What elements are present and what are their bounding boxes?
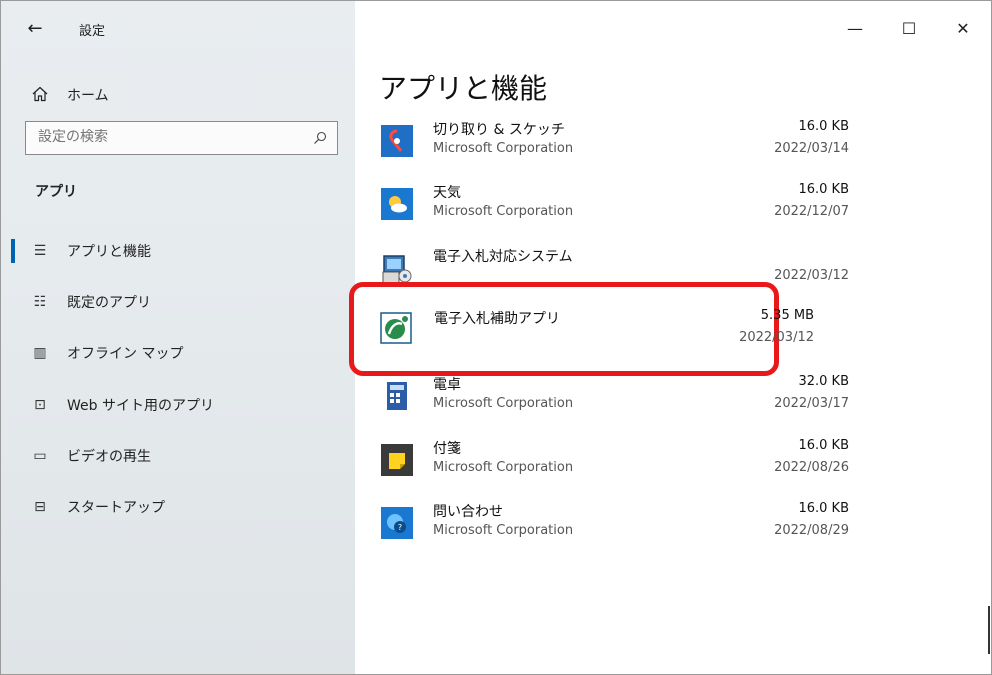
app-date: 2022/08/26 <box>774 460 849 475</box>
sidebar-item-default-apps[interactable]: ☷ 既定のアプリ <box>1 282 355 322</box>
search-box[interactable] <box>25 121 338 155</box>
app-name: 電子入札補助アプリ <box>434 311 560 327</box>
back-button[interactable]: ← <box>23 17 47 41</box>
app-size: 5.35 MB <box>760 308 814 323</box>
app-list-item[interactable]: 切り取り & スケッチ Microsoft Corporation 16.0 K… <box>379 119 859 181</box>
sidebar-item-label: Web サイト用のアプリ <box>67 398 214 414</box>
apps-for-websites-icon: ⊡ <box>34 397 46 413</box>
app-publisher: Microsoft Corporation <box>433 141 574 156</box>
sidebar: ← 設定 ホーム アプリ ☰ アプリと機能 ☷ 既定のアプリ <box>1 1 355 674</box>
app-list-item-highlighted[interactable]: 電子入札補助アプリ 5.35 MB 2022/03/12 <box>380 308 814 370</box>
search-icon[interactable] <box>313 131 327 145</box>
app-date: 2022/12/07 <box>774 204 849 219</box>
search-input[interactable] <box>38 129 298 145</box>
home-nav-item[interactable]: ホーム <box>1 79 355 111</box>
app-name: 天気 <box>433 185 461 201</box>
sidebar-item-offline-maps[interactable]: ▥ オフライン マップ <box>1 333 355 373</box>
app-name: 付箋 <box>433 441 461 457</box>
get-help-icon: ? <box>381 507 413 539</box>
app-size: 16.0 KB <box>798 501 849 516</box>
section-heading: アプリ <box>35 184 77 200</box>
page-title: アプリと機能 <box>379 72 548 105</box>
video-playback-icon: ▭ <box>33 448 47 464</box>
app-size: 16.0 KB <box>798 182 849 197</box>
app-publisher: Microsoft Corporation <box>433 204 574 219</box>
sidebar-item-label: ビデオの再生 <box>67 449 151 465</box>
home-label: ホーム <box>67 88 109 104</box>
sidebar-item-apps-features[interactable]: ☰ アプリと機能 <box>1 231 355 271</box>
app-list-item[interactable]: 天気 Microsoft Corporation 16.0 KB 2022/12… <box>379 182 859 244</box>
default-apps-icon: ☷ <box>33 294 47 310</box>
e-bidding-system-icon <box>382 255 412 284</box>
snip-sketch-icon <box>381 125 413 157</box>
app-name: 電子入札対応システム <box>433 249 573 265</box>
sidebar-item-startup[interactable]: ⊟ スタートアップ <box>1 487 355 527</box>
app-publisher: Microsoft Corporation <box>433 460 574 475</box>
app-name: 問い合わせ <box>433 504 503 520</box>
app-date: 2022/03/17 <box>774 396 849 411</box>
sidebar-item-label: 既定のアプリ <box>67 295 151 311</box>
app-publisher: Microsoft Corporation <box>433 523 574 538</box>
sidebar-item-label: アプリと機能 <box>67 244 151 260</box>
app-size: 32.0 KB <box>798 374 849 389</box>
startup-icon: ⊟ <box>34 499 46 515</box>
app-list-item[interactable]: 付箋 Microsoft Corporation 16.0 KB 2022/08… <box>379 438 859 500</box>
svg-text:?: ? <box>398 523 402 532</box>
app-date: 2022/08/29 <box>774 523 849 538</box>
home-icon <box>32 86 48 102</box>
e-bidding-helper-icon <box>380 312 412 344</box>
highlight-box: 電子入札補助アプリ 5.35 MB 2022/03/12 <box>349 282 814 376</box>
titlebar: ← 設定 <box>1 1 355 59</box>
app-list-item[interactable]: 電卓 Microsoft Corporation 32.0 KB 2022/03… <box>379 374 859 436</box>
app-publisher: Microsoft Corporation <box>433 396 574 411</box>
sidebar-item-label: オフライン マップ <box>67 346 184 362</box>
app-list-item[interactable]: ? 問い合わせ Microsoft Corporation 16.0 KB 20… <box>379 501 859 563</box>
app-date: 2022/03/12 <box>739 330 814 345</box>
settings-window: ← 設定 ホーム アプリ ☰ アプリと機能 ☷ 既定のアプリ <box>0 0 992 675</box>
active-indicator <box>11 239 15 263</box>
apps-features-icon: ☰ <box>33 243 47 259</box>
app-date: 2022/03/12 <box>774 268 849 283</box>
scrollbar[interactable] <box>988 606 990 654</box>
sidebar-item-apps-for-websites[interactable]: ⊡ Web サイト用のアプリ <box>1 385 355 425</box>
app-size: 16.0 KB <box>798 438 849 453</box>
sidebar-item-label: スタートアップ <box>67 500 165 516</box>
sidebar-item-video-playback[interactable]: ▭ ビデオの再生 <box>1 436 355 476</box>
sticky-notes-icon <box>381 444 413 476</box>
app-name: 電卓 <box>433 377 461 393</box>
weather-icon <box>381 188 413 220</box>
app-size: 16.0 KB <box>798 119 849 134</box>
app-name: 切り取り & スケッチ <box>433 122 565 138</box>
window-title: 設定 <box>79 24 106 39</box>
app-date: 2022/03/14 <box>774 141 849 156</box>
calculator-icon <box>387 382 407 410</box>
offline-maps-icon: ▥ <box>33 345 47 361</box>
